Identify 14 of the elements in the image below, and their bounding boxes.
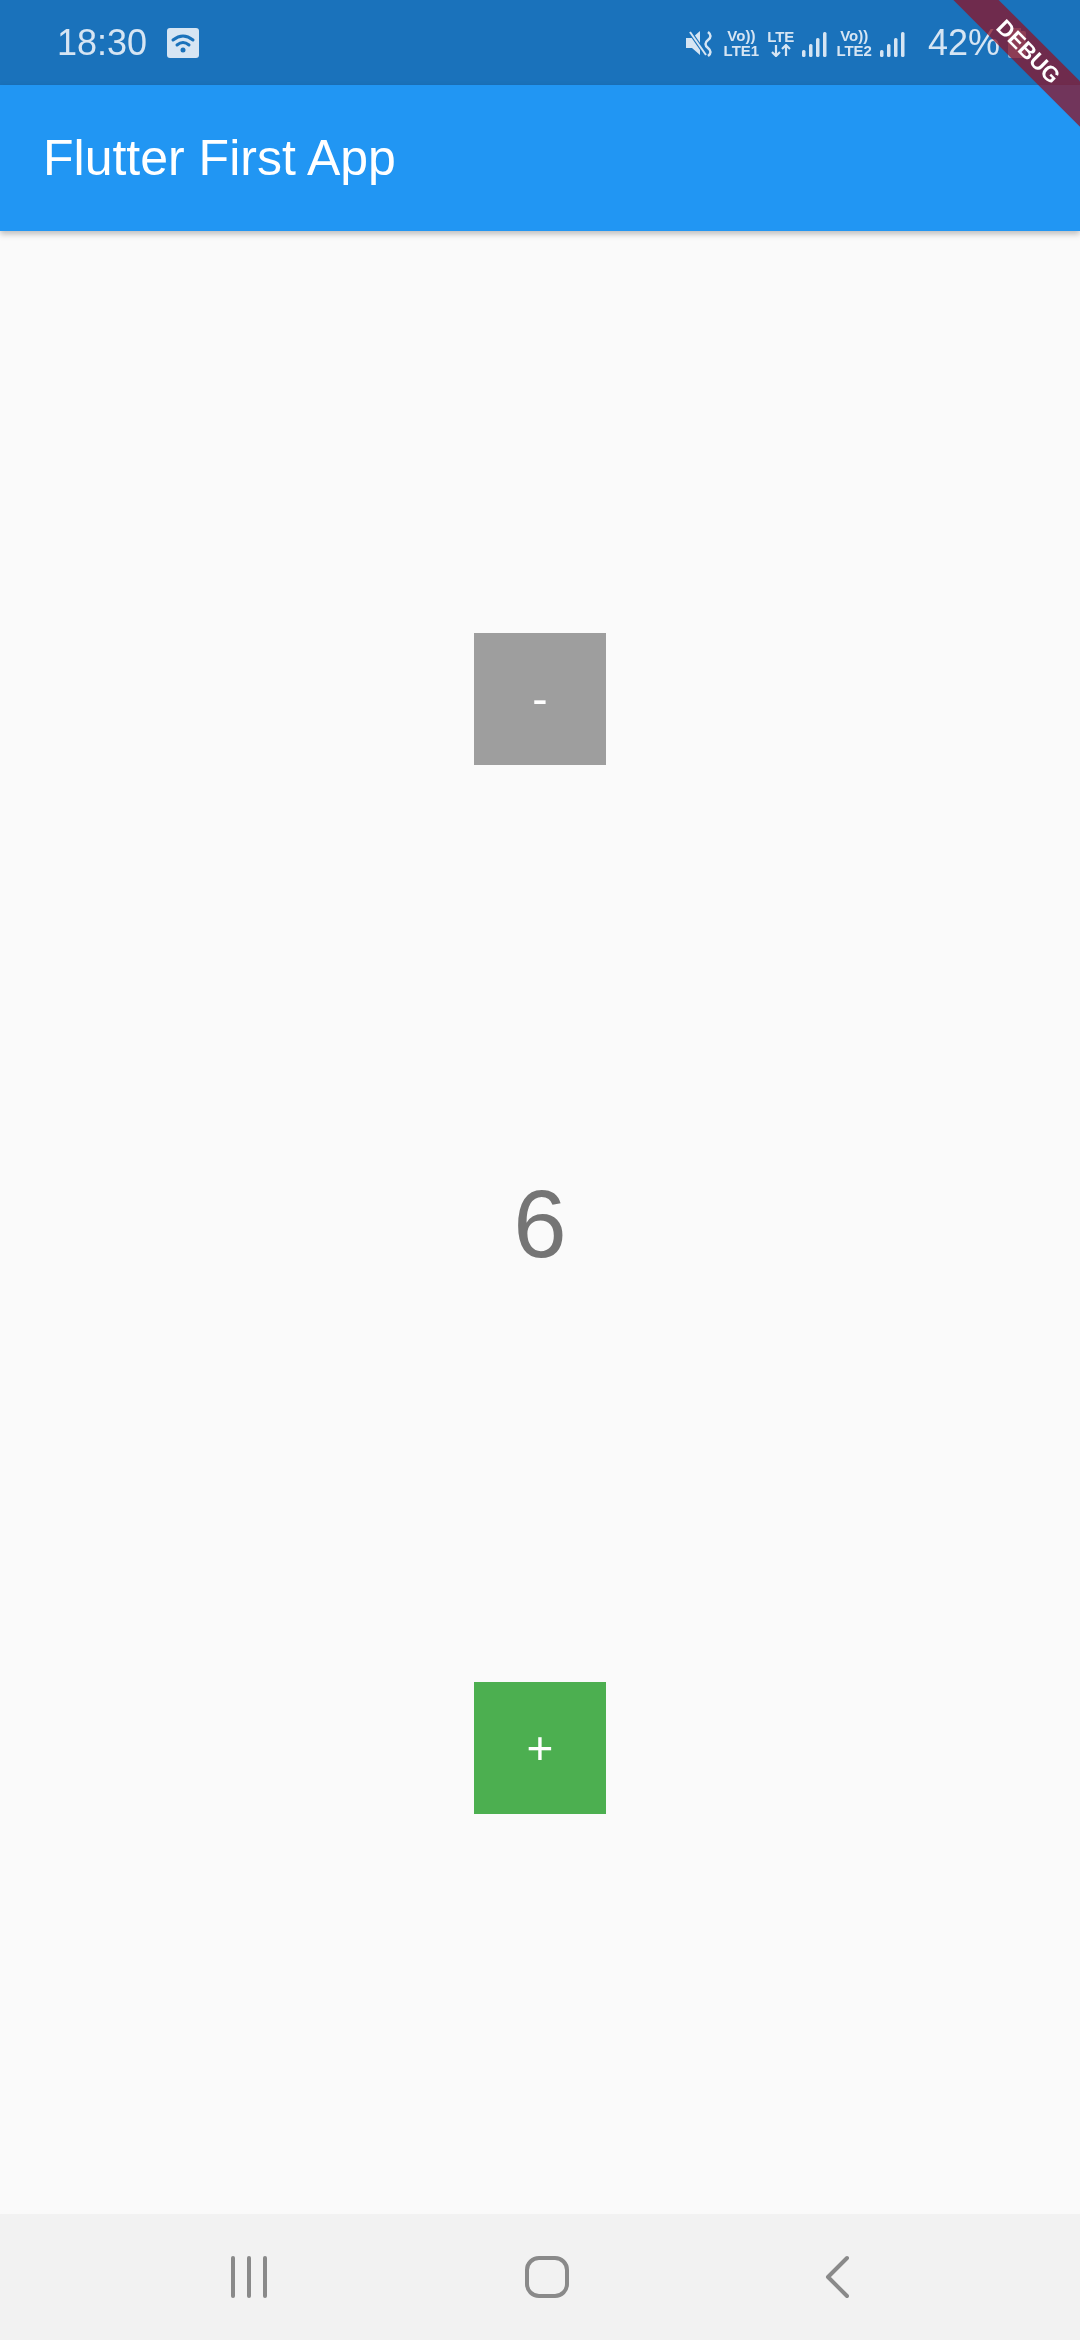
recent-apps-icon[interactable] (229, 2255, 269, 2299)
network-label: Vo)) (727, 27, 756, 43)
network-label: LTE (767, 28, 795, 44)
increment-button[interactable]: + (474, 1682, 606, 1814)
app-title: Flutter First App (43, 129, 396, 187)
decrement-button[interactable]: - (474, 633, 606, 765)
counter-value: 6 (513, 1168, 567, 1279)
home-icon[interactable] (524, 2255, 570, 2299)
network-label: Vo)) (840, 27, 869, 43)
back-icon[interactable] (825, 2255, 851, 2299)
network-label: LTE2 (836, 42, 872, 58)
wifi-icon (167, 27, 200, 58)
clock-time: 18:30 (57, 21, 148, 64)
data-arrows-icon (769, 43, 792, 57)
